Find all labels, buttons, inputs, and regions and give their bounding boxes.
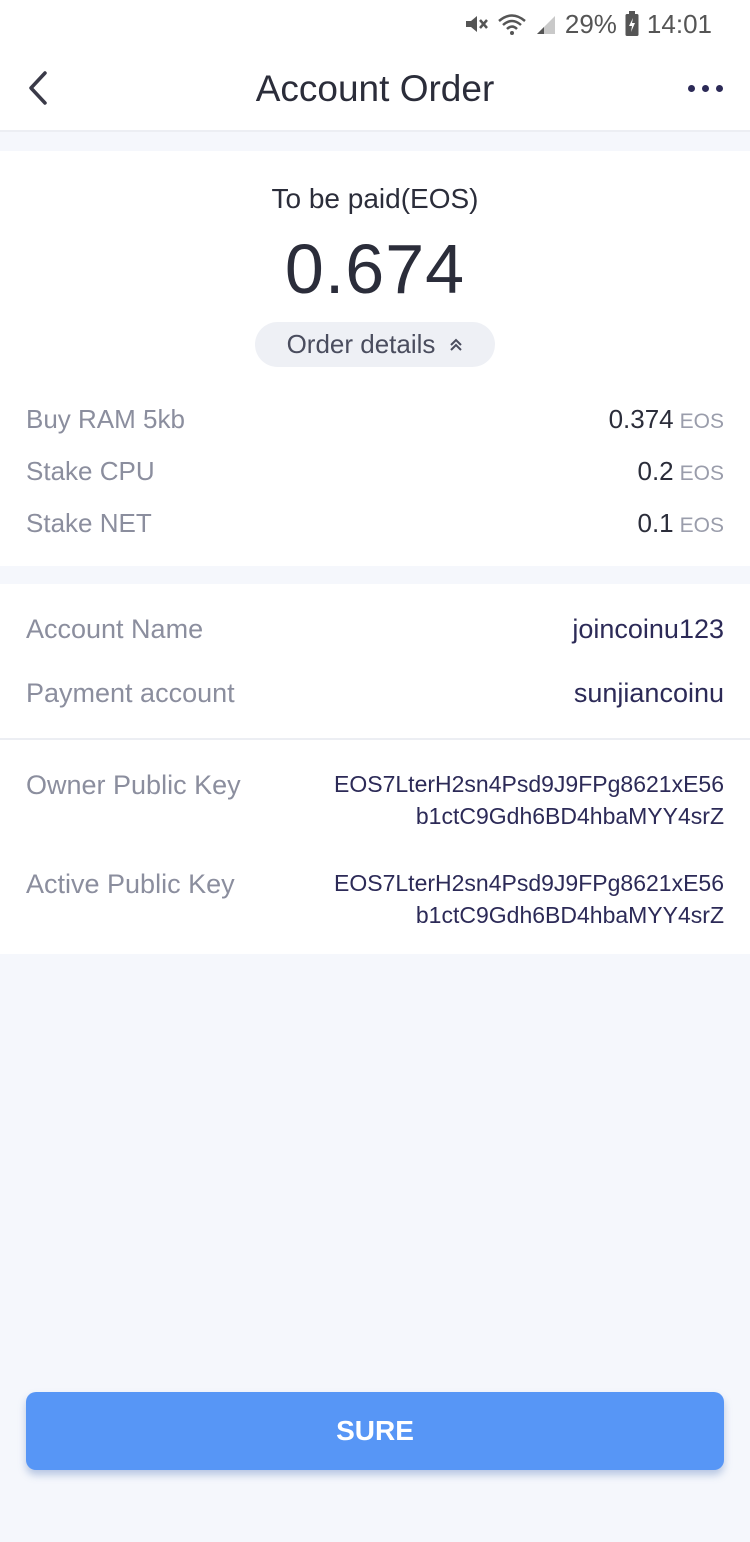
battery-icon: [625, 11, 639, 37]
active-key-line: b1ctC9Gdh6BD4hbaMYY4srZ: [415, 902, 724, 928]
detail-unit: EOS: [679, 513, 724, 537]
account-name-value: joincoinu123: [572, 613, 724, 644]
detail-label: Stake CPU: [26, 455, 155, 486]
owner-key-label: Owner Public Key: [26, 770, 241, 800]
wifi-icon: [497, 12, 527, 36]
owner-key-line: EOS7LterH2sn4Psd9J9FPg8621xE56: [334, 771, 724, 797]
detail-unit: EOS: [679, 461, 724, 485]
double-chevron-up-icon: [450, 338, 463, 351]
detail-label: Stake NET: [26, 507, 152, 538]
payment-account-label: Payment account: [26, 677, 235, 708]
sure-button[interactable]: SURE: [26, 1392, 724, 1470]
signal-icon: [535, 12, 557, 36]
detail-label: Buy RAM 5kb: [26, 403, 185, 434]
amount-value: 0.674: [284, 230, 466, 308]
order-details-toggle[interactable]: Order details: [255, 322, 495, 367]
divider: [0, 738, 750, 740]
detail-value: 0.1: [637, 507, 674, 538]
detail-value: 0.2: [637, 455, 674, 486]
battery-percent: 29%: [564, 8, 617, 39]
more-dot: [701, 84, 709, 92]
owner-key-value: EOS7LterH2sn4Psd9J9FPg8621xE56 b1ctC9Gdh…: [284, 768, 724, 832]
account-name-label: Account Name: [26, 613, 204, 644]
detail-unit: EOS: [679, 409, 724, 433]
mute-icon: [463, 12, 489, 36]
more-dot: [715, 84, 723, 92]
payment-summary-card: To be paid(EOS) 0.674 Order details Buy …: [0, 151, 750, 566]
detail-row-cpu: Stake CPU 0.2 EOS: [26, 453, 724, 489]
payment-account-row: Payment account sunjiancoinu: [26, 673, 724, 713]
detail-row-ram: Buy RAM 5kb 0.374 EOS: [26, 401, 724, 437]
detail-value: 0.374: [608, 403, 674, 434]
active-key-line: EOS7LterH2sn4Psd9J9FPg8621xE56: [334, 870, 724, 896]
page-title: Account Order: [255, 68, 495, 109]
active-key-value: EOS7LterH2sn4Psd9J9FPg8621xE56 b1ctC9Gdh…: [284, 867, 724, 931]
amount-label: To be paid(EOS): [271, 183, 479, 214]
owner-key-line: b1ctC9Gdh6BD4hbaMYY4srZ: [415, 803, 724, 829]
payment-account-value: sunjiancoinu: [573, 677, 724, 708]
account-info-card: Account Name joincoinu123 Payment accoun…: [0, 584, 750, 954]
app-header: Account Order: [0, 48, 750, 132]
account-name-row: Account Name joincoinu123: [26, 609, 724, 649]
order-details-label: Order details: [286, 329, 436, 359]
more-dots-icon: [687, 84, 695, 92]
more-button[interactable]: [682, 70, 728, 106]
status-bar: 29% 14:01: [0, 0, 750, 48]
detail-row-net: Stake NET 0.1 EOS: [26, 505, 724, 541]
clock-time: 14:01: [646, 8, 712, 39]
active-key-label: Active Public Key: [26, 869, 235, 899]
